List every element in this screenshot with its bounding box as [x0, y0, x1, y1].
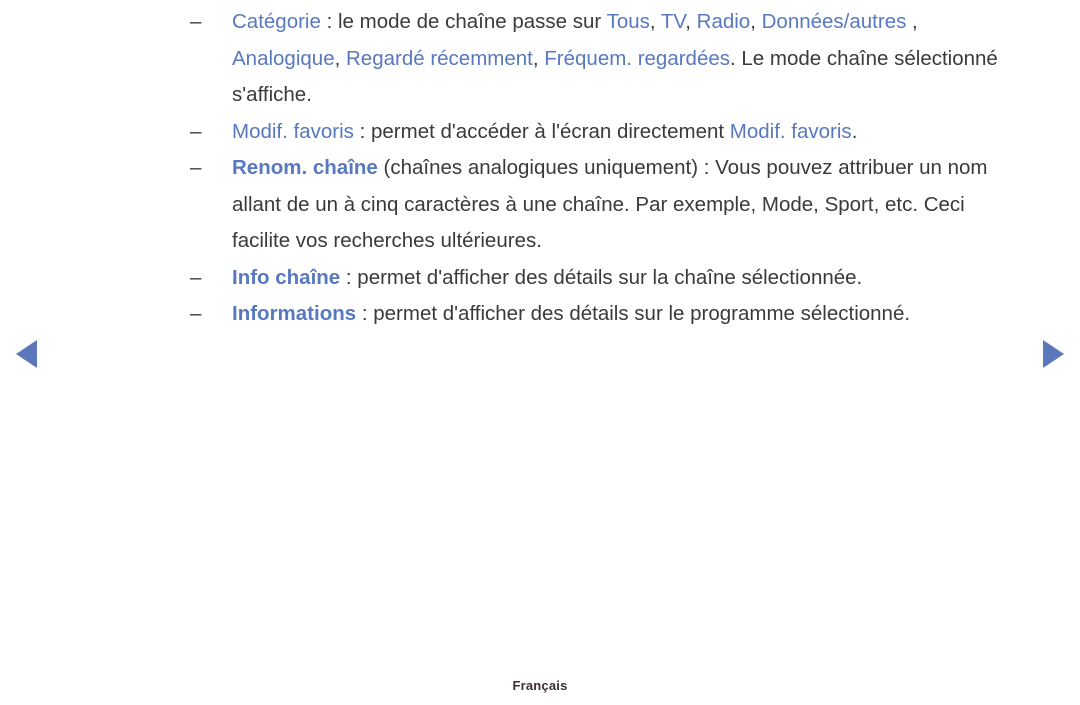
bullet-term: Radio [696, 10, 751, 33]
bullet-term: TV [660, 10, 686, 33]
bullet-term: Données/autres [761, 10, 907, 33]
triangle-left-icon[interactable] [16, 340, 37, 368]
manual-page: – Catégorie : le mode de chaîne passe sur… [0, 0, 1080, 705]
bullet-item: – Info chaîne : permet d'afficher des dét… [186, 260, 1026, 297]
triangle-right-icon[interactable] [1043, 340, 1064, 368]
bullet-text: : permet d'afficher des détails sur la c… [340, 265, 863, 289]
bullet-term: Analogique [232, 46, 335, 70]
bullet-term: Modif. favoris [232, 119, 354, 143]
bullet-text: : permet d'afficher des détails sur le p… [356, 302, 911, 325]
bullet-text: , [532, 46, 545, 70]
bullet-list: – Catégorie : le mode de chaîne passe sur… [186, 4, 1026, 333]
bullet-term: Renom. chaîne [232, 156, 378, 179]
bullet-term: Informations [232, 302, 357, 325]
bullet-item: – Renom. chaîne (chaînes analogiques uniq… [186, 150, 1026, 260]
bullet-item: – Modif. favoris : permet d'accéder à l'é… [186, 114, 1026, 151]
bullet-text: : le mode de chaîne passe sur [320, 10, 607, 33]
bullet-text: , [685, 10, 697, 33]
bullet-text: : permet d'accéder à l'écran directement [353, 119, 730, 143]
bullet-text: , [906, 10, 918, 33]
bullet-text: , [649, 10, 661, 33]
bullet-dash-icon: – [190, 265, 202, 289]
bullet-dash-icon: – [190, 119, 202, 143]
bullet-term: Catégorie [232, 10, 321, 33]
bullet-term: Info chaîne [232, 265, 341, 289]
bullet-dash-icon: – [190, 302, 202, 325]
bullet-item: – Catégorie : le mode de chaîne passe sur… [186, 4, 1026, 114]
bullet-item: – Informations : permet d'afficher des dé… [186, 296, 1026, 333]
bullet-term: Regardé récemment [346, 46, 533, 70]
bullet-text: . [851, 119, 858, 143]
bullet-term: Tous [606, 10, 650, 33]
bullet-term: Modif. favoris [729, 119, 852, 143]
bullet-dash-icon: – [190, 10, 202, 33]
bullet-term: Fréquem. regardées [544, 46, 731, 70]
bullet-text: , [334, 46, 346, 70]
bullet-dash-icon: – [190, 156, 202, 179]
footer-language-label: Français [512, 678, 568, 693]
bullet-text: , [750, 10, 762, 33]
